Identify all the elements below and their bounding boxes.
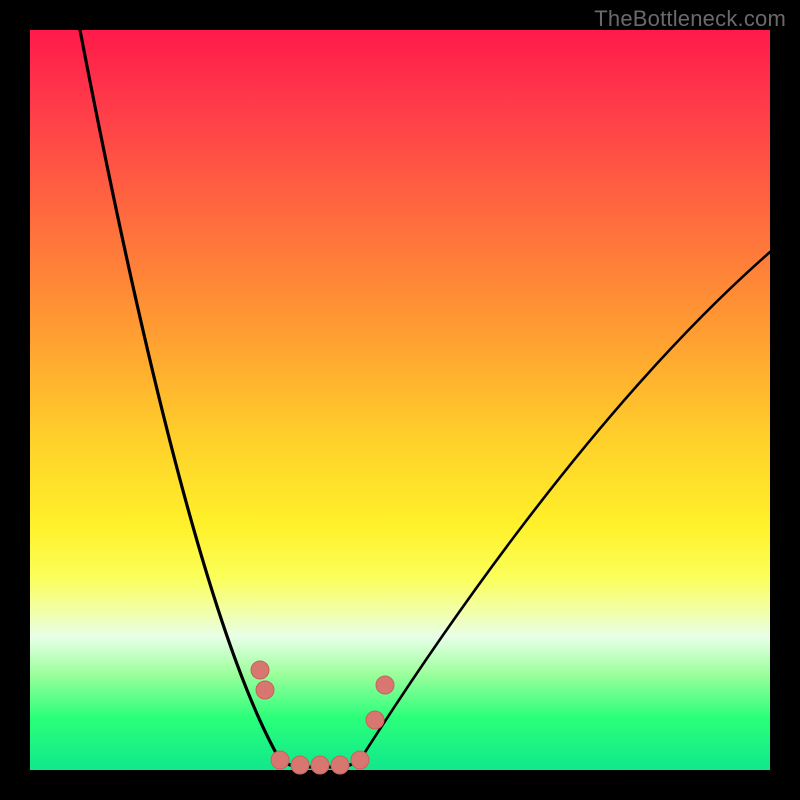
marker-dot [351, 751, 369, 769]
marker-dot [271, 751, 289, 769]
marker-dot [366, 711, 384, 729]
watermark-text: TheBottleneck.com [594, 6, 786, 32]
outer-frame: TheBottleneck.com [0, 0, 800, 800]
curve-left-branch [80, 30, 280, 760]
marker-dot [256, 681, 274, 699]
curve-svg [30, 30, 770, 770]
marker-dot [251, 661, 269, 679]
marker-dot [331, 756, 349, 774]
marker-group [251, 661, 394, 774]
marker-dot [376, 676, 394, 694]
marker-dot [311, 756, 329, 774]
curve-right-branch [360, 252, 770, 760]
marker-dot [291, 756, 309, 774]
